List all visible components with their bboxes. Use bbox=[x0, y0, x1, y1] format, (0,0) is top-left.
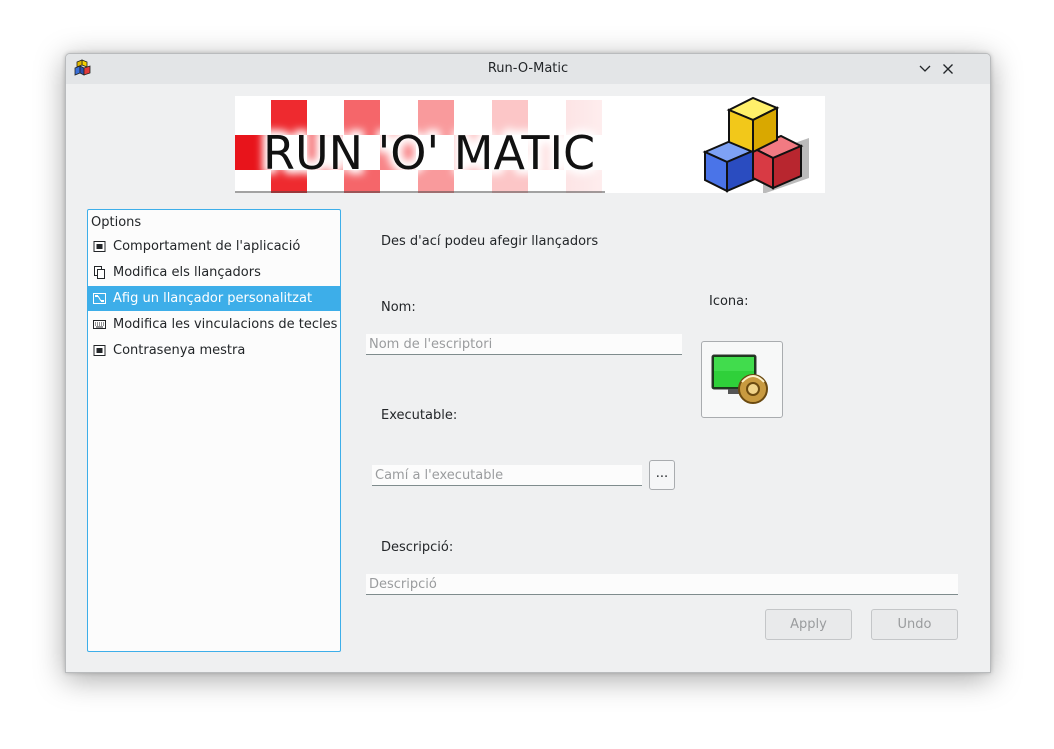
executable-label: Executable: bbox=[381, 408, 458, 423]
description-input[interactable] bbox=[366, 574, 958, 595]
name-input[interactable] bbox=[366, 334, 682, 355]
intro-text: Des d'ací podeu afegir llançadors bbox=[381, 234, 599, 249]
name-label: Nom: bbox=[381, 300, 416, 315]
network-icon bbox=[93, 293, 106, 304]
window-title: Run-O-Matic bbox=[487, 61, 569, 76]
apply-button[interactable]: Apply bbox=[765, 609, 852, 640]
window-icon bbox=[93, 345, 106, 356]
banner-logo: RUN 'O' MATIC RUN 'O' MATIC bbox=[235, 96, 809, 193]
icon-picker-button[interactable] bbox=[701, 341, 783, 418]
window-icon bbox=[93, 241, 106, 252]
runomatic-banner: RUN 'O' MATIC RUN 'O' MATIC bbox=[235, 96, 825, 193]
executable-input[interactable] bbox=[372, 465, 642, 486]
title-bar[interactable]: Run-O-Matic bbox=[66, 54, 990, 84]
options-item-label: Comportament de l'aplicació bbox=[113, 239, 301, 254]
options-item-key-bindings[interactable]: Modifica les vinculacions de tecles bbox=[88, 312, 340, 337]
options-item-edit-launchers[interactable]: Modifica els llançadors bbox=[88, 260, 340, 285]
options-item-label: Afig un llançador personalitzat bbox=[113, 291, 313, 306]
options-item-app-behavior[interactable]: Comportament de l'aplicació bbox=[88, 234, 340, 259]
minimize-chevron-icon[interactable] bbox=[916, 60, 934, 78]
description-label: Descripció: bbox=[381, 540, 454, 555]
keyboard-icon bbox=[93, 320, 106, 329]
browse-button[interactable]: ... bbox=[649, 460, 675, 490]
options-item-master-password[interactable]: Contrasenya mestra bbox=[88, 338, 340, 363]
options-item-label: Modifica les vinculacions de tecles bbox=[113, 317, 338, 332]
copy-icon bbox=[94, 266, 105, 279]
options-header: Options bbox=[91, 215, 142, 230]
undo-button[interactable]: Undo bbox=[871, 609, 958, 640]
launcher-icon bbox=[711, 354, 768, 404]
options-item-label: Contrasenya mestra bbox=[113, 343, 246, 358]
logo-text: RUN 'O' MATIC bbox=[263, 126, 595, 180]
options-item-add-custom-launcher[interactable]: Afig un llançador personalitzat bbox=[88, 286, 340, 311]
options-list[interactable]: Options Comportament de l'aplicació Modi… bbox=[87, 209, 341, 652]
main-window: Run-O-Matic RUN 'O' MATIC RUN 'O' MATIC … bbox=[65, 53, 991, 673]
icon-label: Icona: bbox=[709, 294, 749, 309]
cubes-logo-icon bbox=[702, 96, 809, 193]
options-item-label: Modifica els llançadors bbox=[113, 265, 261, 280]
close-icon[interactable] bbox=[939, 60, 957, 78]
